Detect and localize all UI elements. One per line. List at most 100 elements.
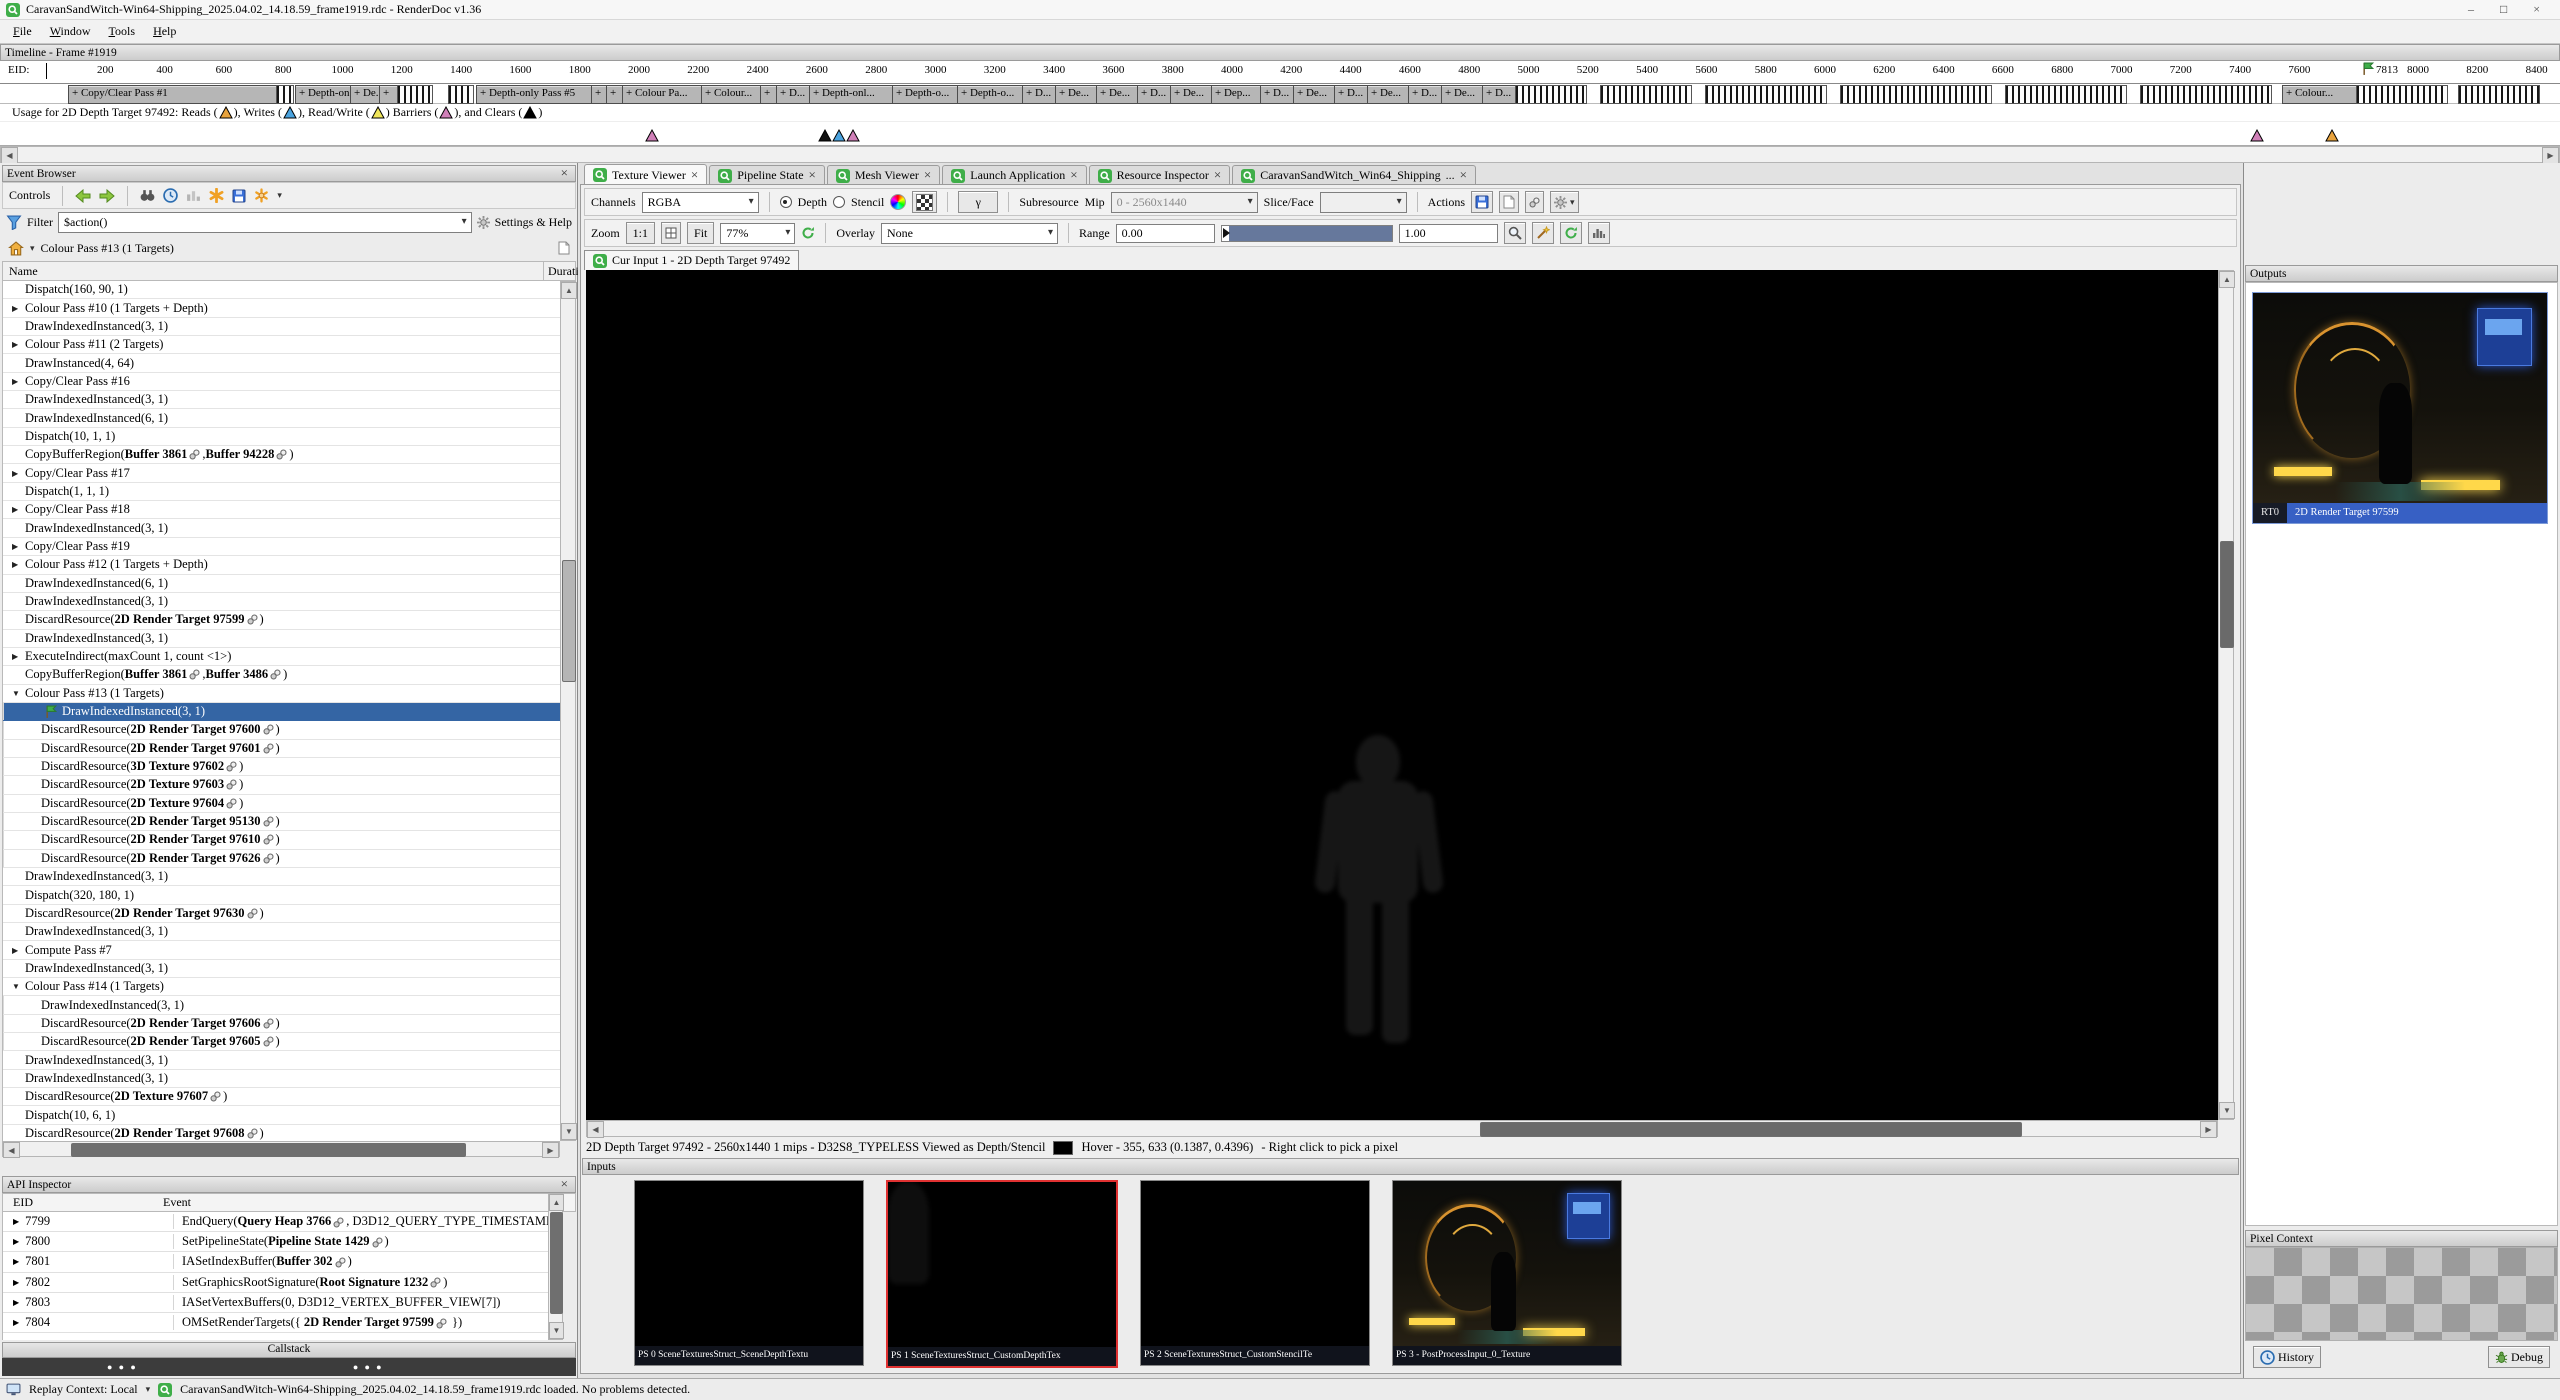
depth-radio[interactable] <box>780 196 792 208</box>
close-icon[interactable] <box>691 168 698 183</box>
api-call-row[interactable]: ▶7800SetPipelineState(Pipeline State 142… <box>3 1232 548 1252</box>
chevron-right-icon[interactable]: ▶ <box>12 652 25 661</box>
tab-caravansandwitch-win64-shipping[interactable]: CaravanSandWitch_Win64_Shipping... <box>1232 165 1476 185</box>
event-row[interactable]: DrawIndexedInstanced(3, 1) <box>3 593 560 611</box>
maximize-icon[interactable]: □ <box>2500 2 2507 17</box>
timeline-pass[interactable]: + De... <box>1293 85 1336 104</box>
callstack-bar[interactable]: Callstack <box>2 1342 576 1358</box>
timeline-pass[interactable]: + D... <box>1260 85 1295 104</box>
timeline-pass[interactable]: + Depth-o... <box>957 85 1024 104</box>
api-eid-cell[interactable]: ▶7800 <box>3 1234 173 1249</box>
scroll-right-icon[interactable] <box>2542 147 2559 164</box>
resource-link[interactable]: Buffer 3861 <box>125 667 188 682</box>
event-row[interactable]: DiscardResource(2D Render Target 97626) <box>3 850 560 868</box>
event-row[interactable]: DrawIndexedInstanced(3, 1) <box>3 996 560 1014</box>
range-max-input[interactable]: 1.00 <box>1399 224 1498 243</box>
scrollbar-thumb[interactable] <box>562 560 576 682</box>
event-row[interactable]: Dispatch(10, 1, 1) <box>3 428 560 446</box>
debug-button[interactable]: Debug <box>2488 1346 2550 1368</box>
event-row[interactable]: DiscardResource(2D Texture 97607) <box>3 1088 560 1106</box>
input-thumbnail[interactable]: PS 3 - PostProcessInput_0_Texture <box>1392 1180 1622 1366</box>
close-icon[interactable] <box>1070 168 1077 183</box>
chevron-right-icon[interactable]: ▶ <box>13 1278 19 1287</box>
event-row[interactable]: DiscardResource(2D Render Target 97601) <box>3 740 560 758</box>
range-handle[interactable] <box>1223 228 1230 238</box>
find-icon[interactable] <box>140 189 155 202</box>
options-icon[interactable] <box>254 188 269 203</box>
chevron-right-icon[interactable]: ▶ <box>12 340 25 349</box>
event-row[interactable]: Dispatch(1, 1, 1) <box>3 483 560 501</box>
event-row[interactable]: DrawInstanced(4, 64) <box>3 354 560 372</box>
timeline-pass[interactable]: + Depth-only Pass #5 <box>476 85 593 104</box>
follow-link-icon[interactable] <box>1525 191 1544 213</box>
close-icon[interactable] <box>924 168 931 183</box>
texture-hscrollbar[interactable] <box>586 1120 2218 1137</box>
event-row[interactable]: DiscardResource(2D Texture 97603) <box>3 776 560 794</box>
api-call-row[interactable]: ▶7803IASetVertexBuffers(0, D3D12_VERTEX_… <box>3 1293 548 1313</box>
timeline-pass[interactable]: + <box>606 85 623 104</box>
stencil-radio[interactable] <box>833 196 845 208</box>
scroll-right-icon[interactable] <box>2200 1121 2217 1138</box>
event-row[interactable]: DiscardResource(3D Texture 97602) <box>3 758 560 776</box>
event-row[interactable]: DrawIndexedInstanced(3, 1) <box>3 1051 560 1069</box>
close-icon[interactable] <box>558 1179 571 1191</box>
event-row[interactable]: DiscardResource(2D Render Target 97606) <box>3 1015 560 1033</box>
timeline-pass[interactable]: + D... <box>1334 85 1369 104</box>
api-eid-cell[interactable]: ▶7804 <box>3 1315 173 1330</box>
timeline-pass[interactable]: + Depth-o... <box>892 85 959 104</box>
zoom-1to1-button[interactable]: 1:1 <box>626 222 655 244</box>
scrollbar-thumb[interactable] <box>2220 541 2234 648</box>
scrollbar-thumb[interactable] <box>1480 1122 2022 1137</box>
event-row[interactable]: ▶Copy/Clear Pass #19 <box>3 538 560 556</box>
zoom-select[interactable]: 77% <box>720 223 795 244</box>
scroll-left-icon[interactable] <box>587 1121 604 1138</box>
tab-resource-inspector[interactable]: Resource Inspector <box>1089 165 1231 185</box>
event-row[interactable]: DrawIndexedInstanced(3, 1) <box>3 703 560 721</box>
input-thumbnail[interactable]: PS 2 SceneTexturesStruct_CustomStencilTe <box>1140 1180 1370 1366</box>
overlay-select[interactable]: None <box>881 223 1058 244</box>
close-icon[interactable] <box>1214 168 1221 183</box>
event-row[interactable]: DiscardResource(2D Render Target 97600) <box>3 721 560 739</box>
chevron-right-icon[interactable]: ▶ <box>12 377 25 386</box>
scrollbar-thumb[interactable] <box>71 1143 466 1157</box>
history-button[interactable]: History <box>2253 1346 2321 1368</box>
replay-context-select[interactable]: Replay Context: Local <box>29 1382 138 1397</box>
collapsed-panel-dots[interactable]: ● ● ● ● ● ● <box>2 1358 576 1376</box>
open-resource-icon[interactable] <box>1499 191 1519 213</box>
channels-select[interactable]: RGBA <box>642 192 759 213</box>
grid-icon[interactable] <box>661 222 681 244</box>
timeline-pass[interactable]: + De... <box>1096 85 1139 104</box>
chevron-right-icon[interactable]: ▶ <box>12 304 25 313</box>
scrollbar-thumb[interactable] <box>550 1212 563 1314</box>
resource-link[interactable]: 2D Texture 97604 <box>131 796 225 811</box>
resource-link[interactable]: Buffer 302 <box>276 1254 332 1268</box>
slice-select[interactable] <box>1320 192 1407 213</box>
next-event-icon[interactable] <box>99 189 115 203</box>
timeline-pass[interactable]: + De... <box>1441 85 1484 104</box>
input-thumbnail[interactable]: PS 0 SceneTexturesStruct_SceneDepthTextu <box>634 1180 864 1366</box>
resource-link[interactable]: Buffer 3486 <box>206 667 269 682</box>
resource-link[interactable]: 2D Render Target 97610 <box>131 832 261 847</box>
api-call-row[interactable]: ▶7804OMSetRenderTargets({ 2D Render Targ… <box>3 1313 548 1333</box>
scroll-right-icon[interactable] <box>542 1142 559 1158</box>
event-row[interactable]: DrawIndexedInstanced(3, 1) <box>3 630 560 648</box>
api-call-row[interactable]: ▶7802SetGraphicsRootSignature(Root Signa… <box>3 1273 548 1293</box>
event-breadcrumb[interactable]: ▾ Colour Pass #13 (1 Targets) <box>2 235 576 261</box>
timeline-pass[interactable]: + Depth-on... <box>295 85 352 104</box>
timeline-pass[interactable]: + Colour... <box>2282 85 2357 104</box>
save-texture-icon[interactable] <box>1471 191 1493 213</box>
resource-link[interactable]: 2D Render Target 97599 <box>304 1315 434 1329</box>
timeline-pass[interactable]: + D... <box>1482 85 1517 104</box>
event-row[interactable]: DrawIndexedInstanced(6, 1) <box>3 409 560 427</box>
event-row[interactable]: ▶Copy/Clear Pass #17 <box>3 464 560 482</box>
time-events-icon[interactable] <box>163 188 178 203</box>
event-row[interactable]: DiscardResource(2D Render Target 95130) <box>3 813 560 831</box>
range-min-input[interactable]: 0.00 <box>1116 224 1215 243</box>
refresh-icon[interactable] <box>801 226 815 240</box>
event-row[interactable]: ▶ExecuteIndirect(maxCount 1, count <1>) <box>3 648 560 666</box>
timeline-pass[interactable]: + Depth-onl... <box>809 85 894 104</box>
api-eid-cell[interactable]: ▶7799 <box>3 1214 173 1229</box>
tab-mesh-viewer[interactable]: Mesh Viewer <box>827 165 940 185</box>
timeline-pass[interactable]: + De... <box>1055 85 1098 104</box>
view-settings-icon[interactable]: ▾ <box>1550 191 1579 213</box>
